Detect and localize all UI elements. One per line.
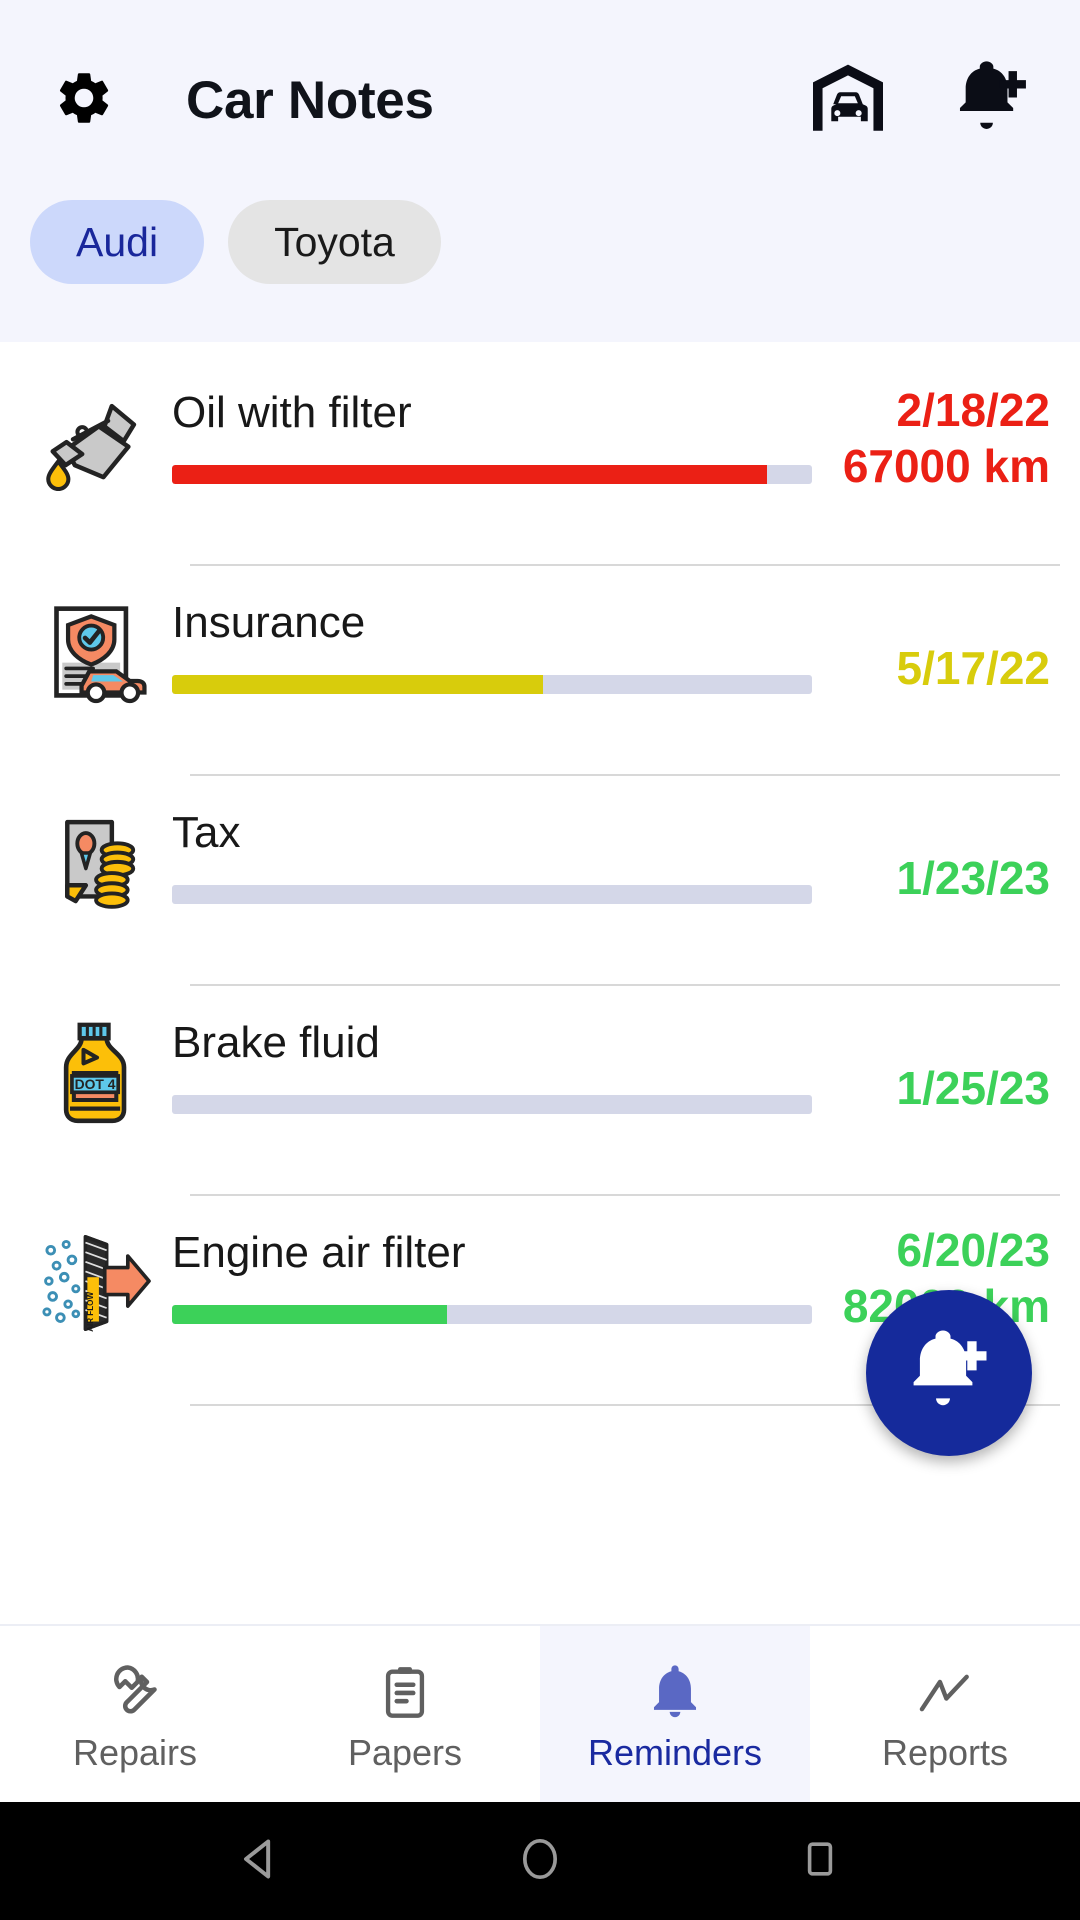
app-bar: Car Notes [0, 0, 1080, 200]
reminder-meta: 2/18/22 67000 km [810, 356, 1050, 494]
svg-text:DOT 4: DOT 4 [75, 1076, 116, 1092]
reminder-meta: 5/17/22 [810, 566, 1050, 696]
progress-fill [172, 465, 768, 485]
system-recents-button[interactable] [765, 1806, 875, 1916]
app-root: Car Notes Audi Toyota Oil with filter 2/… [0, 0, 1080, 1920]
app-header: Car Notes Audi Toyota [0, 0, 1080, 342]
reminder-body: Tax [172, 776, 812, 905]
progress-track [172, 1305, 812, 1325]
reminder-title: Tax [172, 808, 241, 857]
reminder-body: Brake fluid [172, 986, 812, 1115]
reminder-body: Insurance [172, 566, 812, 695]
bottom-navigation: Repairs Papers Reminders Reports [0, 1624, 1080, 1802]
clipboard-icon [376, 1657, 434, 1721]
progress-track [172, 465, 812, 485]
nav-tab-label: Papers [347, 1732, 463, 1773]
reminder-title: Insurance [172, 598, 366, 647]
progress-fill [172, 1305, 448, 1325]
nav-tab-label: Repairs [72, 1732, 198, 1773]
system-home-button[interactable] [485, 1806, 595, 1916]
nav-tab-label: Reminders [587, 1732, 763, 1773]
reminder-title: Brake fluid [172, 1018, 380, 1067]
bell-plus-icon [954, 60, 1030, 141]
nav-tab-reminders[interactable]: Reminders [540, 1626, 810, 1802]
reminder-meta: 1/23/23 [810, 776, 1050, 906]
car-chip-toyota[interactable]: Toyota [228, 200, 441, 284]
progress-track [172, 1095, 812, 1115]
reminder-date: 6/20/23 [896, 1224, 1050, 1276]
circle-home-icon [514, 1833, 566, 1890]
nav-tab-label: Reports [881, 1732, 1009, 1773]
reminder-row[interactable]: Tax 1/23/23 [0, 776, 1080, 986]
nav-tab-reports[interactable]: Reports [810, 1626, 1080, 1802]
reminder-meta: 1/25/23 [810, 986, 1050, 1116]
garage-button[interactable] [804, 56, 892, 144]
garage-car-icon [809, 63, 887, 138]
insurance-document-icon [38, 594, 156, 712]
bell-icon [646, 1657, 704, 1721]
svg-text:AIR FLOW: AIR FLOW [86, 1292, 95, 1332]
reminder-date: 2/18/22 [896, 384, 1050, 436]
reminder-date: 1/25/23 [896, 1062, 1050, 1114]
reminder-row[interactable]: Oil with filter 2/18/22 67000 km [0, 356, 1080, 566]
add-reminder-fab[interactable] [866, 1290, 1032, 1456]
bell-plus-icon [907, 1329, 991, 1418]
progress-track [172, 885, 812, 905]
nav-tab-repairs[interactable]: Repairs [0, 1626, 270, 1802]
square-recents-icon [796, 1835, 844, 1888]
triangle-back-icon [232, 1831, 288, 1892]
page-title: Car Notes [186, 70, 434, 130]
reminder-date: 1/23/23 [896, 852, 1050, 904]
add-reminder-button[interactable] [948, 56, 1036, 144]
reminder-date: 5/17/22 [896, 642, 1050, 694]
reminder-title: Engine air filter [172, 1228, 466, 1277]
car-chip-list: Audi Toyota [0, 200, 1080, 342]
gear-icon [53, 67, 115, 134]
settings-button[interactable] [48, 64, 120, 136]
android-system-navigation [0, 1802, 1080, 1920]
progress-track [172, 675, 812, 695]
car-chip-audi[interactable]: Audi [30, 200, 205, 284]
system-back-button[interactable] [205, 1806, 315, 1916]
progress-fill [172, 675, 544, 695]
reminder-title: Oil with filter [172, 388, 412, 437]
wrench-icon [105, 1657, 165, 1721]
reminder-row[interactable]: DOT 4 Brake fluid 1/25/23 [0, 986, 1080, 1196]
nav-tab-papers[interactable]: Papers [270, 1626, 540, 1802]
line-chart-icon [915, 1657, 975, 1721]
tax-certificate-coins-icon [38, 804, 156, 922]
reminder-row[interactable]: Insurance 5/17/22 [0, 566, 1080, 776]
engine-air-filter-icon: AIR FLOW [38, 1224, 156, 1342]
reminder-body: Engine air filter [172, 1196, 812, 1325]
reminder-odometer: 67000 km [842, 440, 1050, 493]
car-chip-label: Audi [76, 218, 159, 265]
reminder-list: Oil with filter 2/18/22 67000 km Insuran… [0, 342, 1080, 1624]
car-chip-label: Toyota [274, 218, 395, 265]
oil-can-icon [38, 384, 156, 502]
reminder-body: Oil with filter [172, 356, 812, 485]
brake-fluid-bottle-icon: DOT 4 [38, 1014, 156, 1132]
